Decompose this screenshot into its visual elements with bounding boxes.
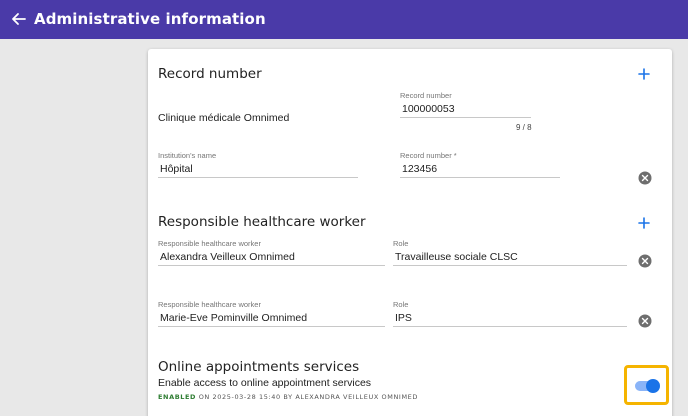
- online-appointments-toggle[interactable]: [635, 379, 660, 393]
- role-label: Role: [393, 300, 409, 309]
- back-button[interactable]: [9, 9, 29, 29]
- record-number-2-label: Record number *: [400, 151, 457, 160]
- healthcare-worker-underline: [158, 326, 385, 327]
- enabled-detail: ON 2025-03-28 15:40 BY ALEXANDRA VEILLEU…: [196, 393, 418, 401]
- record-number-2-underline: [400, 177, 560, 178]
- role-label: Role: [393, 239, 409, 248]
- healthcare-worker-value[interactable]: Alexandra Veilleux Omnimed: [158, 249, 385, 265]
- enabled-status: ENABLED ON 2025-03-28 15:40 BY ALEXANDRA…: [158, 393, 418, 401]
- role-field[interactable]: Role IPS: [393, 300, 627, 327]
- enabled-tag: ENABLED: [158, 393, 197, 401]
- role-underline: [393, 326, 627, 327]
- role-value[interactable]: Travailleuse sociale CLSC: [393, 249, 627, 265]
- healthcare-worker-underline: [158, 265, 385, 266]
- institution-name-label: Institution's name: [158, 151, 217, 160]
- institution-name-field[interactable]: Institution's name Hôpital: [158, 151, 358, 178]
- remove-worker-button[interactable]: [638, 254, 652, 268]
- record-number-2-value[interactable]: 123456: [400, 161, 560, 177]
- record-number-underline: [400, 117, 531, 118]
- record-number-value[interactable]: 100000053: [400, 101, 531, 117]
- institution-name-value[interactable]: Hôpital: [158, 161, 358, 177]
- role-value[interactable]: IPS: [393, 310, 627, 326]
- remove-worker-button[interactable]: [638, 314, 652, 328]
- role-underline: [393, 265, 627, 266]
- record-number-field[interactable]: Record number 100000053: [400, 91, 531, 118]
- plus-icon: [638, 217, 650, 229]
- healthcare-worker-label: Responsible healthcare worker: [158, 239, 261, 248]
- role-field[interactable]: Role Travailleuse sociale CLSC: [393, 239, 627, 266]
- healthcare-worker-field[interactable]: Responsible healthcare worker Marie-Eve …: [158, 300, 385, 327]
- record-section-title: Record number: [158, 66, 262, 82]
- add-record-button[interactable]: [636, 66, 652, 82]
- healthcare-section-title: Responsible healthcare worker: [158, 214, 366, 230]
- add-healthcare-worker-button[interactable]: [636, 215, 652, 231]
- close-circle-icon: [638, 254, 652, 268]
- admin-info-card: Record number Clinique médicale Omnimed …: [148, 49, 672, 416]
- plus-icon: [638, 68, 650, 80]
- toggle-knob[interactable]: [646, 379, 660, 393]
- healthcare-worker-field[interactable]: Responsible healthcare worker Alexandra …: [158, 239, 385, 266]
- remove-record-button[interactable]: [638, 171, 652, 185]
- close-circle-icon: [638, 314, 652, 328]
- close-circle-icon: [638, 171, 652, 185]
- clinic-name: Clinique médicale Omnimed: [158, 112, 290, 124]
- character-counter: 9 / 8: [516, 123, 532, 132]
- toggle-focus-ring: [624, 365, 669, 405]
- healthcare-worker-label: Responsible healthcare worker: [158, 300, 261, 309]
- record-number-field-2[interactable]: Record number * 123456: [400, 151, 560, 178]
- page-title: Administrative information: [34, 10, 266, 28]
- online-appointments-title: Online appointments services: [158, 359, 360, 375]
- record-number-label: Record number: [400, 91, 452, 100]
- online-appointments-description: Enable access to online appointment serv…: [158, 377, 372, 389]
- arrow-left-icon: [12, 13, 26, 25]
- healthcare-worker-value[interactable]: Marie-Eve Pominville Omnimed: [158, 310, 385, 326]
- institution-name-underline: [158, 177, 358, 178]
- app-bar: Administrative information: [0, 0, 688, 39]
